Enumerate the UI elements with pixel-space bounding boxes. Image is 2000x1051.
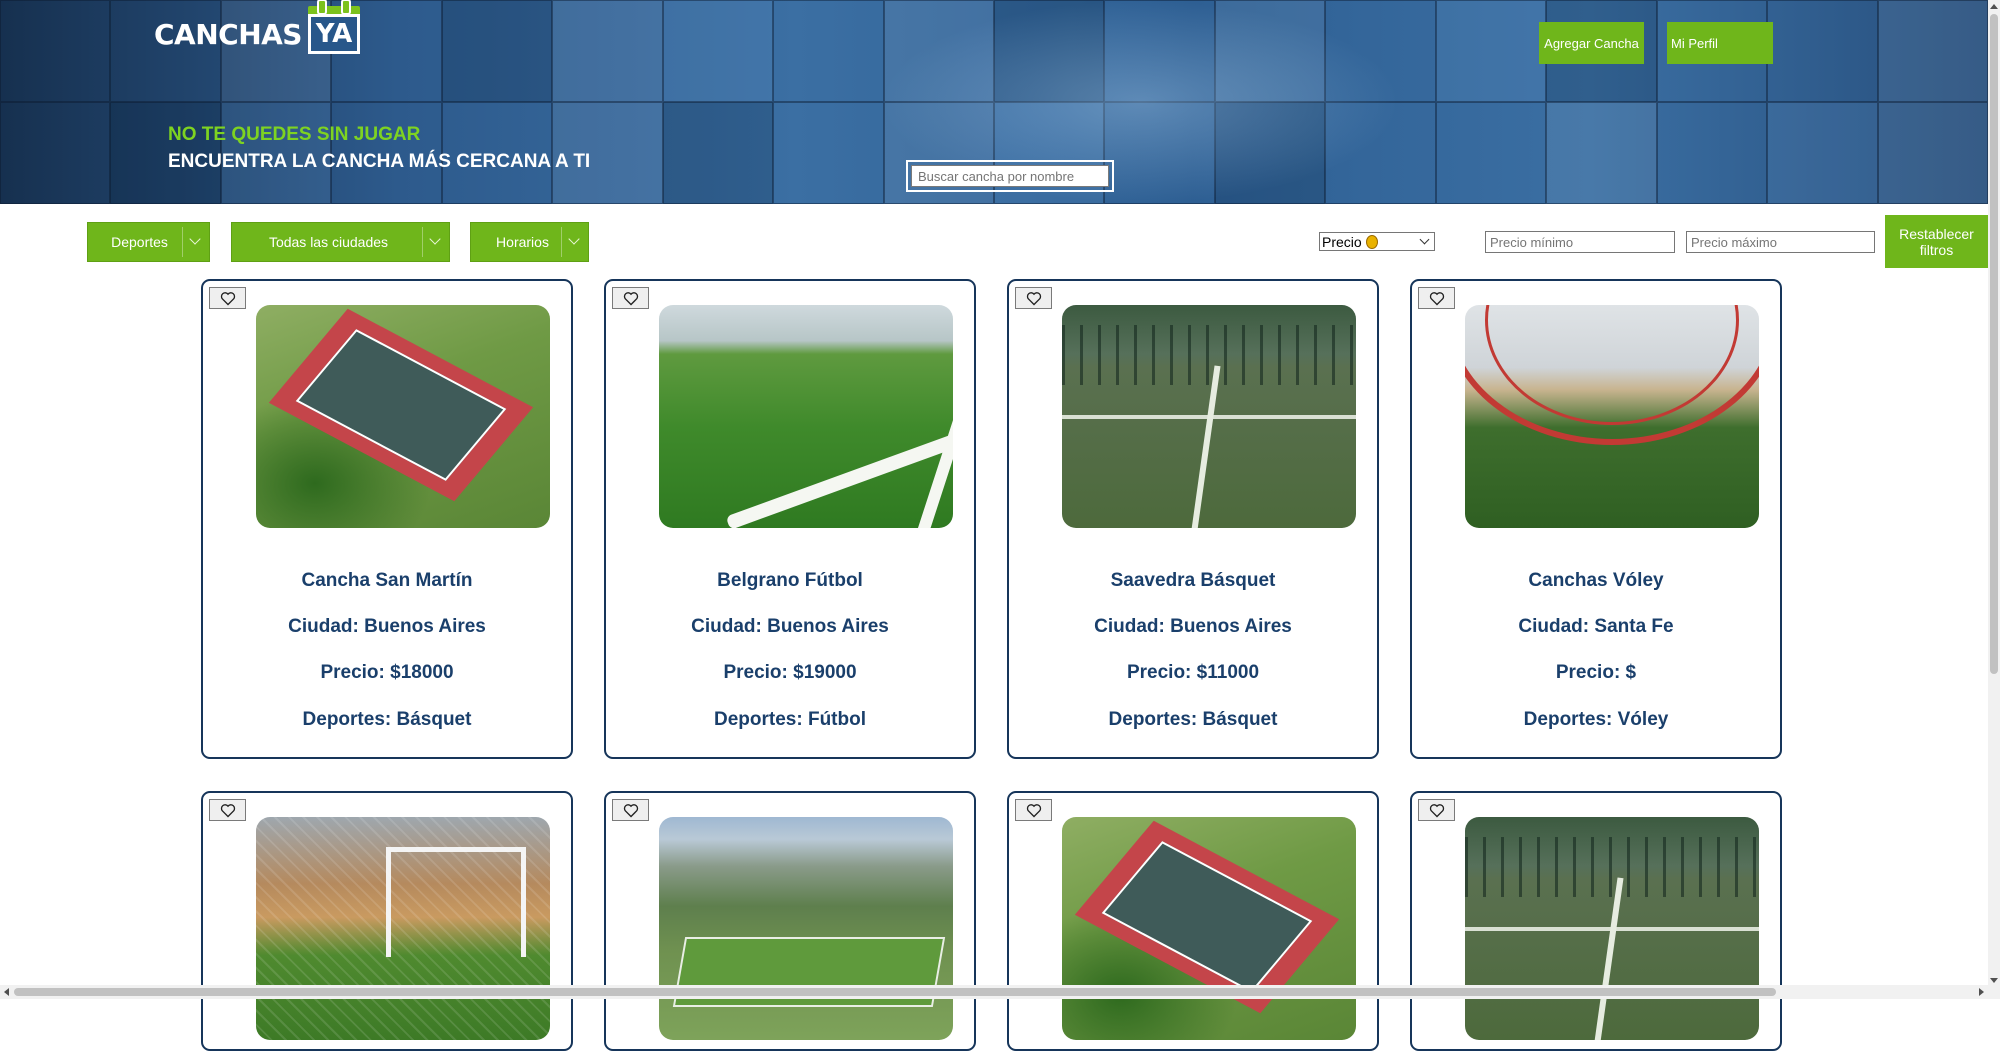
horizontal-scroll-thumb[interactable] [14, 988, 1776, 996]
add-court-button[interactable]: Agregar Cancha [1539, 22, 1644, 64]
search-input[interactable] [911, 165, 1109, 187]
heart-icon [220, 291, 235, 305]
vertical-scroll-thumb[interactable] [1990, 14, 1998, 674]
heart-icon [623, 291, 638, 305]
hero-banner: CANCHAS YA NO TE QUEDES SIN JUGAR ENCUEN… [0, 0, 1988, 204]
court-photo [1062, 817, 1356, 1040]
tagline-primary: NO TE QUEDES SIN JUGAR [168, 124, 421, 145]
court-price: Precio: $ [1555, 662, 1637, 683]
money-bag-icon [1365, 234, 1378, 249]
heart-icon [623, 803, 638, 817]
chevron-down-icon [429, 233, 441, 245]
court-price: Precio: $19000 [723, 662, 857, 683]
court-city: Ciudad: Santa Fe [1518, 616, 1674, 637]
heart-icon [1026, 291, 1041, 305]
favorite-button[interactable] [612, 799, 649, 821]
court-card[interactable] [1007, 791, 1379, 1051]
reset-filters-button[interactable]: Restablecer filtros [1885, 215, 1988, 268]
favorite-button[interactable] [612, 287, 649, 309]
schedule-dropdown-label: Horarios [496, 234, 549, 250]
court-sports: Deportes: Fútbol [714, 709, 866, 730]
heart-icon [1026, 803, 1041, 817]
scroll-down-arrow-icon[interactable] [1990, 978, 1998, 983]
heart-icon [1429, 803, 1444, 817]
scroll-left-arrow-icon[interactable] [4, 988, 9, 996]
court-name: Belgrano Fútbol [717, 570, 863, 591]
schedule-dropdown[interactable]: Horarios [470, 222, 589, 262]
heart-icon [1429, 291, 1444, 305]
site-logo[interactable]: CANCHAS YA [154, 0, 360, 54]
scroll-right-arrow-icon[interactable] [1979, 988, 1984, 996]
court-card[interactable]: Canchas Vóley Ciudad: Santa Fe Precio: $… [1410, 279, 1782, 759]
sports-dropdown[interactable]: Deportes [87, 222, 210, 262]
court-photo [659, 305, 953, 528]
search-box [906, 160, 1114, 192]
court-sports: Deportes: Básquet [302, 709, 472, 730]
favorite-button[interactable] [1418, 287, 1455, 309]
max-price-input[interactable] [1686, 231, 1875, 253]
chevron-down-icon [1419, 234, 1430, 245]
court-card[interactable] [1410, 791, 1782, 1051]
chevron-down-icon [568, 233, 580, 245]
tagline-secondary: ENCUENTRA LA CANCHA MÁS CERCANA A TI [168, 151, 591, 172]
logo-badge: YA [315, 19, 353, 49]
court-name: Saavedra Básquet [1110, 570, 1276, 591]
profile-button[interactable]: Mi Perfil [1667, 22, 1773, 64]
court-photo [1465, 817, 1759, 1040]
court-sports: Deportes: Vóley [1523, 709, 1669, 730]
court-photo [1465, 305, 1759, 528]
court-name: Canchas Vóley [1528, 570, 1664, 591]
court-card[interactable] [201, 791, 573, 1051]
court-card[interactable]: Saavedra Básquet Ciudad: Buenos Aires Pr… [1007, 279, 1379, 759]
court-sports: Deportes: Básquet [1108, 709, 1278, 730]
court-card[interactable] [604, 791, 976, 1051]
vertical-scrollbar[interactable] [1988, 0, 2000, 999]
city-dropdown-label: Todas las ciudades [268, 234, 389, 250]
horizontal-scrollbar[interactable] [0, 985, 1988, 999]
court-price: Precio: $11000 [1126, 662, 1260, 683]
court-photo [256, 305, 550, 528]
min-price-input[interactable] [1485, 231, 1675, 253]
court-photo [256, 817, 550, 1040]
heart-icon [220, 803, 235, 817]
favorite-button[interactable] [209, 799, 246, 821]
price-sort-select[interactable]: Precio [1319, 232, 1435, 251]
favorite-button[interactable] [209, 287, 246, 309]
court-card[interactable]: Belgrano Fútbol Ciudad: Buenos Aires Pre… [604, 279, 976, 759]
court-price: Precio: $18000 [320, 662, 454, 683]
sports-dropdown-label: Deportes [111, 234, 168, 250]
court-city: Ciudad: Buenos Aires [691, 616, 889, 637]
court-photo [659, 817, 953, 1040]
favorite-button[interactable] [1418, 799, 1455, 821]
court-name: Cancha San Martín [301, 570, 473, 591]
reset-filters-label: Restablecer filtros [1899, 225, 1974, 258]
calendar-icon: YA [307, 0, 360, 54]
court-city: Ciudad: Buenos Aires [1094, 616, 1292, 637]
price-sort-label: Precio [1322, 233, 1362, 250]
court-photo [1062, 305, 1356, 528]
favorite-button[interactable] [1015, 287, 1052, 309]
scroll-up-arrow-icon[interactable] [1990, 4, 1998, 9]
city-dropdown[interactable]: Todas las ciudades [231, 222, 450, 262]
chevron-down-icon [189, 233, 201, 245]
favorite-button[interactable] [1015, 799, 1052, 821]
logo-text: CANCHAS [154, 17, 302, 51]
court-city: Ciudad: Buenos Aires [288, 616, 486, 637]
court-card[interactable]: Cancha San Martín Ciudad: Buenos Aires P… [201, 279, 573, 759]
